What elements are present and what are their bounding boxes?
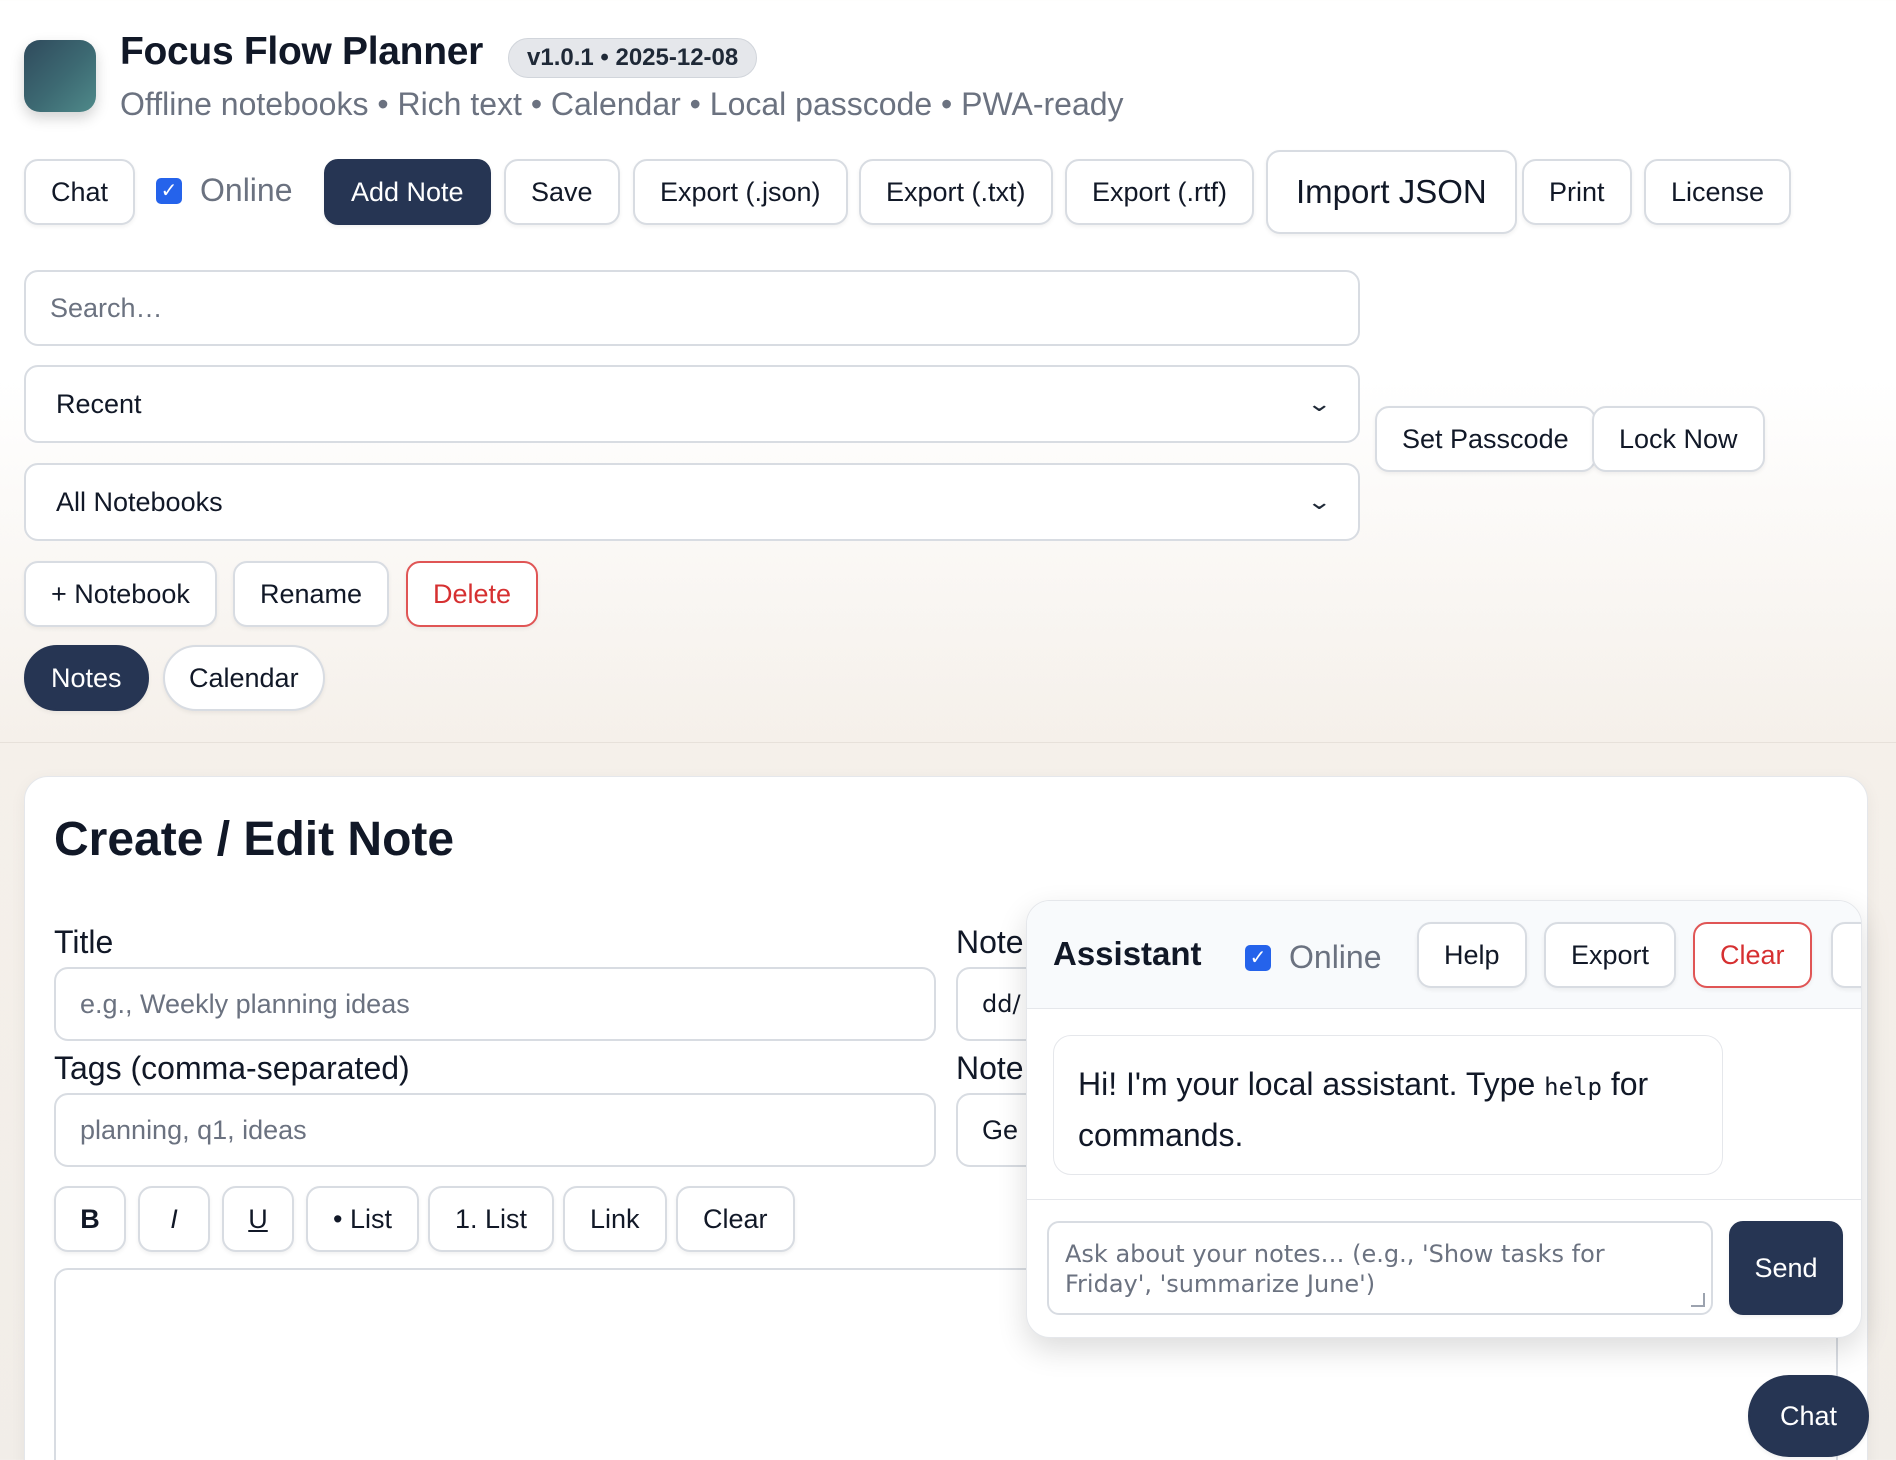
tags-input[interactable]: planning, q1, ideas xyxy=(54,1093,936,1167)
underline-button[interactable]: U xyxy=(222,1186,294,1252)
title-label: Title xyxy=(54,924,114,960)
delete-notebook-button[interactable]: Delete xyxy=(406,561,539,627)
resize-grip-icon[interactable] xyxy=(1691,1293,1705,1307)
assistant-online-checkbox[interactable]: ✓ xyxy=(1245,944,1271,971)
online-checkbox[interactable]: ✓ xyxy=(156,177,182,204)
lock-now-button[interactable]: Lock Now xyxy=(1592,406,1765,472)
assistant-chat-placeholder: Ask about your notes… (e.g., 'Show tasks… xyxy=(1065,1240,1605,1298)
add-notebook-button[interactable]: + Notebook xyxy=(24,561,217,627)
version-badge: v1.0.1 • 2025-12-08 xyxy=(508,38,758,78)
set-passcode-button[interactable]: Set Passcode xyxy=(1375,406,1596,472)
tab-notes[interactable]: Notes xyxy=(24,645,149,711)
bullet-list-button[interactable]: • List xyxy=(306,1186,419,1252)
assistant-title: Assistant xyxy=(1053,935,1202,972)
title-input[interactable]: e.g., Weekly planning ideas xyxy=(54,967,936,1041)
italic-button-label: I xyxy=(170,1203,178,1234)
notebook-select[interactable]: All Notebooks ⌄ xyxy=(24,463,1360,541)
note-notebook-label: Note xyxy=(956,1050,1024,1086)
tab-calendar[interactable]: Calendar xyxy=(163,645,325,711)
note-date-label: Note xyxy=(956,924,1024,960)
floating-chat-button[interactable]: Chat xyxy=(1748,1375,1870,1457)
online-toggle[interactable]: ✓ Online xyxy=(156,172,293,209)
italic-button[interactable]: I xyxy=(138,1186,210,1252)
bold-button-label: B xyxy=(80,1203,100,1234)
clear-format-button[interactable]: Clear xyxy=(676,1186,795,1252)
numbered-list-button[interactable]: 1. List xyxy=(428,1186,555,1252)
assistant-message: Hi! I'm your local assistant. Type help … xyxy=(1053,1035,1723,1175)
app-title: Focus Flow Planner xyxy=(120,30,483,73)
export-json-button[interactable]: Export (.json) xyxy=(633,159,848,225)
print-button[interactable]: Print xyxy=(1522,159,1632,225)
chevron-down-icon: ⌄ xyxy=(1305,489,1332,514)
app-subtitle: Offline notebooks • Rich text • Calendar… xyxy=(120,86,1124,122)
assistant-clear-button[interactable]: Clear xyxy=(1693,922,1812,988)
save-button[interactable]: Save xyxy=(504,159,620,225)
bold-button[interactable]: B xyxy=(54,1186,126,1252)
assistant-panel: Assistant ✓ Online Help Export Clear × H… xyxy=(1026,900,1862,1338)
add-note-button[interactable]: Add Note xyxy=(324,159,491,225)
assistant-message-code: help xyxy=(1544,1073,1602,1101)
rename-notebook-button[interactable]: Rename xyxy=(233,561,390,627)
assistant-close-button[interactable]: × xyxy=(1831,922,1861,988)
underline-button-label: U xyxy=(248,1203,268,1234)
link-button[interactable]: Link xyxy=(563,1186,667,1252)
sort-select[interactable]: Recent ⌄ xyxy=(24,365,1360,443)
online-label: Online xyxy=(200,172,293,208)
notebook-select-value: All Notebooks xyxy=(56,486,223,517)
search-input[interactable]: Search… xyxy=(24,270,1360,346)
assistant-help-button[interactable]: Help xyxy=(1417,922,1527,988)
export-rtf-button[interactable]: Export (.rtf) xyxy=(1065,159,1255,225)
sort-select-value: Recent xyxy=(56,388,142,419)
app-logo xyxy=(24,40,96,112)
assistant-export-button[interactable]: Export xyxy=(1544,922,1677,988)
assistant-send-button[interactable]: Send xyxy=(1729,1221,1843,1315)
header-divider xyxy=(0,742,1896,743)
assistant-online-toggle[interactable]: ✓ Online xyxy=(1245,939,1382,976)
chat-button[interactable]: Chat xyxy=(24,159,136,225)
chevron-down-icon: ⌄ xyxy=(1305,391,1332,416)
license-button[interactable]: License xyxy=(1644,159,1792,225)
import-json-button[interactable]: Import JSON xyxy=(1266,150,1517,234)
assistant-message-text: Hi! I'm your local assistant. Type xyxy=(1078,1066,1545,1102)
editor-heading: Create / Edit Note xyxy=(54,813,455,866)
assistant-chat-input[interactable]: Ask about your notes… (e.g., 'Show tasks… xyxy=(1047,1221,1713,1315)
assistant-online-label: Online xyxy=(1289,939,1382,975)
export-txt-button[interactable]: Export (.txt) xyxy=(859,159,1053,225)
assistant-footer-divider xyxy=(1027,1199,1861,1200)
tags-label: Tags (comma-separated) xyxy=(54,1050,410,1086)
